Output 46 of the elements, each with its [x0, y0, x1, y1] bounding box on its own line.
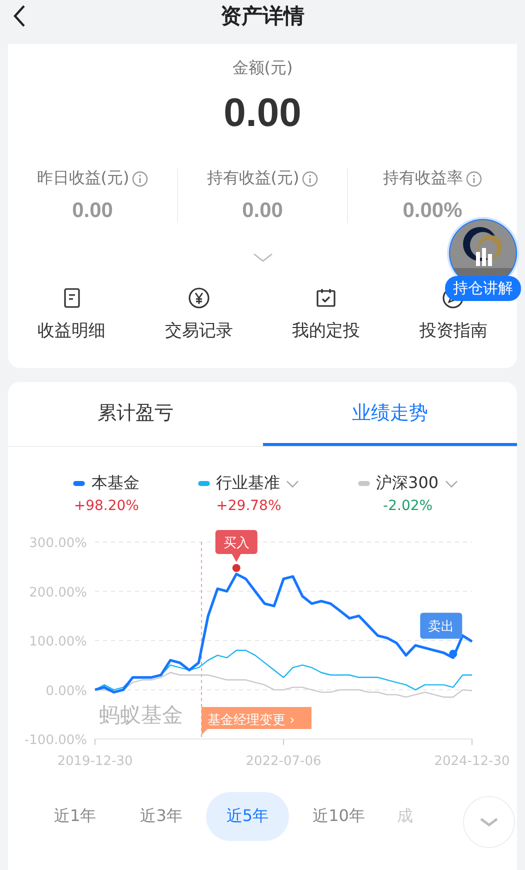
- y-axis-label: 100.00%: [29, 634, 87, 650]
- y-axis-label: -100.00%: [24, 733, 87, 748]
- action-label[interactable]: 收益明细: [38, 319, 106, 342]
- calendar-check-icon[interactable]: [315, 287, 338, 309]
- stat-label: 持有收益(元): [206, 168, 300, 189]
- tab[interactable]: 累计盈亏: [8, 382, 262, 446]
- y-axis-label: 200.00%: [29, 585, 87, 600]
- period-tab[interactable]: 近10年: [292, 792, 385, 841]
- action-label[interactable]: 投资指南: [419, 319, 488, 342]
- amount-value: 0.00: [224, 91, 302, 136]
- page-title: 资产详情: [220, 3, 304, 30]
- y-axis-label: 0.00%: [46, 684, 87, 699]
- dropdown-caret-icon[interactable]: [444, 480, 458, 488]
- action-label[interactable]: 我的定投: [292, 319, 360, 342]
- stat-label: 持有收益率: [383, 168, 463, 189]
- period-tab[interactable]: 近1年: [34, 792, 116, 841]
- stat-value: 0.00: [72, 199, 113, 223]
- stat-value: 0.00%: [402, 199, 462, 223]
- yen-icon[interactable]: [188, 287, 210, 309]
- tab[interactable]: 业绩走势: [262, 382, 517, 446]
- watermark: 蚂蚁基金: [99, 703, 183, 727]
- info-icon[interactable]: [132, 170, 148, 186]
- chevron-down-icon: [479, 817, 499, 827]
- expand-chevron-icon[interactable]: [252, 253, 272, 263]
- legend-change: +98.20%: [74, 498, 139, 514]
- legend-label[interactable]: 沪深300: [376, 473, 439, 494]
- back-icon[interactable]: [12, 4, 26, 28]
- x-axis-label: 2019-12-30: [57, 754, 133, 769]
- info-icon[interactable]: [302, 170, 318, 186]
- dropdown-caret-icon[interactable]: [286, 480, 300, 488]
- manager-change-tag[interactable]: 基金经理变更 ›: [202, 707, 312, 735]
- holdings-explain-button[interactable]: 持仓讲解: [445, 276, 521, 301]
- legend-change: -2.02%: [383, 498, 433, 514]
- amount-label: 金额(元): [232, 58, 293, 79]
- info-icon[interactable]: [466, 170, 482, 186]
- x-axis-label: 2022-07-06: [246, 754, 322, 769]
- legend-label[interactable]: 行业基准: [216, 473, 280, 494]
- x-axis-label: 2024-12-30: [434, 754, 510, 769]
- y-axis-label: 300.00%: [29, 536, 87, 551]
- action-label[interactable]: 交易记录: [164, 319, 233, 342]
- period-tab[interactable]: 近3年: [120, 792, 202, 841]
- legend-change: +29.78%: [216, 498, 282, 514]
- stat-label: 昨日收益(元): [36, 168, 130, 189]
- legend-label[interactable]: 本基金: [91, 473, 140, 494]
- stat-value: 0.00: [242, 199, 283, 223]
- period-tab[interactable]: 近5年: [206, 792, 289, 841]
